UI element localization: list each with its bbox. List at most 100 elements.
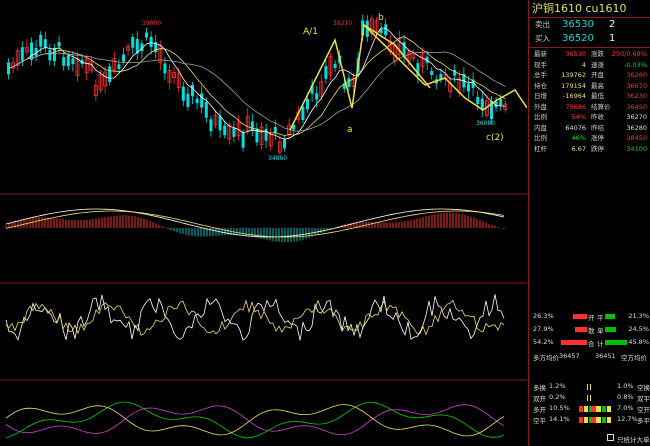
bid-qty: 1 bbox=[609, 33, 616, 44]
candle-body bbox=[122, 54, 125, 62]
quote-value-right: 36280 bbox=[626, 123, 647, 132]
quote-label-left: 持仓 bbox=[534, 81, 547, 90]
flow-table: 多换 1.2% 1.0% 空换 双开 0.2% 0.8% 双平 多开 10.5% 7… bbox=[529, 382, 650, 426]
quote-label-right: 涨停 bbox=[591, 134, 604, 142]
candle-body bbox=[306, 98, 309, 110]
candle-body bbox=[204, 102, 208, 118]
volume-indicator-line bbox=[5, 404, 505, 437]
quote-label-right: 昨收 bbox=[591, 113, 604, 121]
candle-body bbox=[181, 86, 185, 101]
large-order-checkbox[interactable] bbox=[607, 434, 614, 441]
bid-label: 买入 bbox=[535, 34, 550, 43]
quote-row: 内盘 64076 昨结 36280 bbox=[529, 123, 650, 134]
flow-right-pct: 7.0% bbox=[617, 404, 634, 412]
quote-value-left: 6.67 bbox=[571, 144, 586, 153]
ratio-right-pct: 45.8% bbox=[628, 338, 649, 346]
candle-body bbox=[430, 70, 434, 75]
candle-body bbox=[232, 128, 236, 137]
candle-body bbox=[200, 93, 204, 108]
candle-body bbox=[347, 78, 351, 87]
flow-bar bbox=[590, 384, 591, 390]
ratio-left-label: 合 bbox=[588, 340, 595, 348]
ratio-right-bar bbox=[605, 340, 627, 345]
oscillator-line-1 bbox=[5, 294, 505, 341]
flow-bar bbox=[579, 417, 583, 423]
ratio-right-label: 平 bbox=[597, 314, 604, 322]
quote-label-left: 总手 bbox=[534, 71, 547, 79]
ratio-row: 54.2% 合 计 45.8% bbox=[529, 338, 650, 351]
quote-row: 总手 139762 开盘 36260 bbox=[529, 70, 650, 81]
flow-bar bbox=[597, 417, 601, 423]
candlestick-series bbox=[7, 14, 508, 156]
bid-row[interactable]: 买入 36520 1 bbox=[529, 32, 650, 46]
candle-body bbox=[43, 39, 47, 49]
oscillator-indicator bbox=[5, 294, 505, 341]
quote-label-left: 日增 bbox=[534, 92, 547, 100]
candle-body bbox=[39, 34, 43, 47]
quote-value-left: 46% bbox=[571, 134, 586, 142]
candle-body bbox=[191, 84, 194, 97]
quote-row: 现手 4 速涨 -0.03% bbox=[529, 60, 650, 71]
ask-price: 36530 bbox=[562, 19, 594, 30]
flow-row: 双开 0.2% 0.8% 双平 bbox=[529, 393, 650, 404]
ask-qty: 2 bbox=[609, 19, 616, 30]
quote-value-left: 139762 bbox=[561, 71, 586, 79]
candle-body bbox=[467, 83, 470, 92]
flow-row: 空平 14.1% 12.7% 多平 bbox=[529, 415, 650, 426]
ratio-left-bar bbox=[561, 340, 587, 345]
ask-row[interactable]: 卖出 36530 2 bbox=[529, 18, 650, 32]
quote-table: 最新 36530 涨跌 250/0.69% 现手 4 速涨 -0.03% 总手 13… bbox=[529, 49, 650, 154]
price-label-36080: 36080 bbox=[476, 120, 495, 127]
candle-body bbox=[241, 132, 245, 148]
quote-label-right: 涨跌 bbox=[591, 50, 604, 58]
flow-left-label: 多换 bbox=[533, 384, 546, 392]
price-label-39000: 39000 bbox=[142, 20, 161, 27]
quote-value-right: 250/0.69% bbox=[611, 50, 647, 58]
candle-body bbox=[53, 47, 56, 62]
wave-label-a1: A/1 bbox=[303, 27, 318, 37]
candle-body bbox=[301, 106, 305, 120]
flow-right-pct: 12.7% bbox=[617, 415, 638, 423]
candle-body bbox=[315, 93, 319, 100]
candle-body bbox=[145, 32, 148, 38]
quote-label-left: 杠杆 bbox=[534, 144, 547, 153]
avg-price-row: 多方均价 36457 36451 空方均价 bbox=[529, 352, 650, 364]
quote-label-left: 外盘 bbox=[534, 102, 547, 111]
candle-body bbox=[48, 49, 52, 61]
ratio-right-label: 计 bbox=[597, 340, 604, 348]
flow-left-label: 空平 bbox=[533, 417, 546, 425]
quote-value-right: 36670 bbox=[626, 81, 647, 90]
quote-value-left: 4 bbox=[581, 60, 586, 69]
volume-indicator-line bbox=[5, 401, 505, 439]
wave-label-c2: c(2) bbox=[486, 133, 504, 143]
flow-right-pct: 1.0% bbox=[617, 382, 634, 390]
quote-panel: 沪铜1610 cu1610 卖出 36530 2 买入 36520 1 最新 3… bbox=[528, 0, 650, 446]
candle-body bbox=[131, 37, 135, 48]
quote-label-right: 结算价 bbox=[591, 102, 611, 111]
quote-label-right: 开盘 bbox=[591, 71, 604, 79]
ratio-row: 27.9% 散 单 24.5% bbox=[529, 325, 650, 338]
quote-value-right: 36230 bbox=[626, 92, 647, 100]
candle-body bbox=[273, 127, 277, 134]
quote-label-left: 现手 bbox=[534, 60, 547, 69]
ratio-row: 26.3% 开 平 21.3% bbox=[529, 312, 650, 325]
long-avg-label: 多方均价 bbox=[533, 354, 559, 362]
candle-body bbox=[57, 41, 61, 47]
quote-label-right: 速涨 bbox=[591, 60, 604, 69]
flow-left-pct: 14.1% bbox=[549, 415, 570, 423]
quote-label-right: 最高 bbox=[591, 81, 604, 90]
volume-indicator bbox=[5, 401, 505, 439]
flow-bar bbox=[602, 406, 606, 412]
quote-label-right: 最低 bbox=[591, 92, 604, 100]
price-chart-area[interactable]: 39000 39210 34860 36080 A/1 b a c(2) bbox=[0, 0, 527, 446]
candle-body bbox=[195, 98, 199, 104]
flow-left-label: 多开 bbox=[533, 406, 546, 414]
wave-label-a: a bbox=[347, 125, 353, 135]
long-avg-value: 36457 bbox=[559, 352, 580, 360]
flow-bar bbox=[584, 406, 588, 412]
flow-bar bbox=[592, 417, 596, 423]
flow-right-pct: 0.8% bbox=[617, 393, 634, 401]
quote-value-left: 36530 bbox=[565, 50, 586, 58]
quote-label-left: 比例 bbox=[534, 134, 547, 142]
flow-bar bbox=[592, 406, 596, 412]
